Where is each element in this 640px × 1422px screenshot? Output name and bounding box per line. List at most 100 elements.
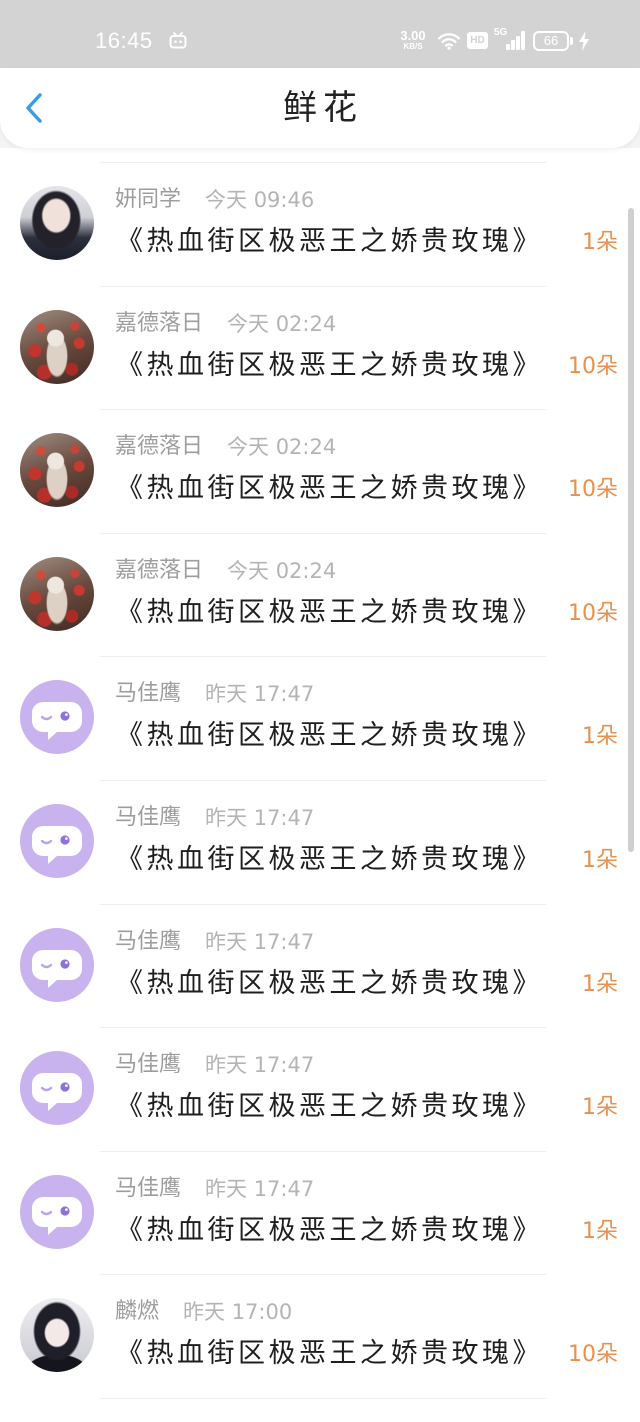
- row-divider: [100, 1027, 546, 1029]
- battery-level: 66: [543, 33, 559, 48]
- flower-count: 1朵: [582, 971, 618, 997]
- book-title: 《热血街区极恶王之娇贵玫瑰》: [116, 596, 543, 628]
- sender-meta: 麟燃 昨天 17:00: [115, 1298, 292, 1326]
- flower-record-list: 妍同学 今天 09:46 《热血街区极恶王之娇贵玫瑰》 1朵 嘉德落日 今天 02:24 《…: [0, 162, 640, 1398]
- signal-bar: [506, 44, 510, 50]
- flower-count: 10朵: [568, 353, 618, 379]
- sender-name: 马佳鹰: [115, 1052, 182, 1078]
- status-time: 16:45: [95, 28, 153, 53]
- row-divider: [100, 779, 546, 781]
- flower-record-row[interactable]: 马佳鹰 昨天 17:47 《热血街区极恶王之娇贵玫瑰》 1朵: [0, 1027, 640, 1151]
- user-avatar[interactable]: [20, 1174, 94, 1249]
- sender-name: 嘉德落日: [115, 557, 204, 583]
- page-header: 鲜花: [0, 68, 640, 148]
- sender-meta: 马佳鹰 昨天 17:47: [115, 1051, 314, 1079]
- send-time: 昨天 17:47: [205, 682, 315, 707]
- page-title: 鲜花: [283, 88, 363, 128]
- user-avatar[interactable]: [20, 1298, 94, 1373]
- book-title: 《热血街区极恶王之娇贵玫瑰》: [116, 843, 543, 875]
- send-time: 今天 02:24: [227, 558, 337, 583]
- row-divider: [100, 285, 546, 287]
- send-time: 昨天 17:47: [205, 1176, 315, 1201]
- user-avatar[interactable]: [20, 680, 94, 755]
- book-title: 《热血街区极恶王之娇贵玫瑰》: [116, 1091, 543, 1123]
- sender-name: 嘉德落日: [115, 434, 204, 460]
- book-title: 《热血街区极恶王之娇贵玫瑰》: [116, 720, 543, 752]
- battery-cap: [570, 37, 573, 45]
- send-time: 今天 09:46: [205, 188, 315, 212]
- network-speed-value: 3.00: [400, 28, 426, 43]
- flower-count: 1朵: [582, 1218, 618, 1244]
- book-title: 《热血街区极恶王之娇贵玫瑰》: [116, 967, 543, 999]
- flower-count: 1朵: [582, 724, 618, 750]
- flower-count: 1朵: [582, 847, 618, 873]
- user-avatar[interactable]: [20, 1051, 94, 1126]
- book-title: 《热血街区极恶王之娇贵玫瑰》: [116, 1338, 543, 1370]
- row-divider: [100, 532, 546, 534]
- sender-meta: 妍同学 今天 09:46: [115, 186, 314, 214]
- book-title: 《热血街区极恶王之娇贵玫瑰》: [116, 349, 543, 381]
- send-time: 昨天 17:47: [205, 929, 315, 954]
- network-type-label: 5G: [494, 27, 508, 38]
- signal-bar: [516, 36, 520, 50]
- send-time: 今天 02:24: [227, 311, 337, 336]
- user-avatar[interactable]: [20, 556, 94, 631]
- flower-count: 10朵: [568, 600, 618, 626]
- sender-name: 嘉德落日: [115, 310, 204, 336]
- sender-name: 马佳鹰: [115, 928, 182, 954]
- sender-name: 麟燃: [115, 1299, 160, 1325]
- sender-meta: 马佳鹰 昨天 17:47: [115, 804, 314, 832]
- chat-bubble-icon: [32, 702, 82, 741]
- charging-icon: [578, 31, 590, 51]
- flower-record-row[interactable]: 马佳鹰 昨天 17:47 《热血街区极恶王之娇贵玫瑰》 1朵: [0, 1150, 640, 1275]
- sender-meta: 嘉德落日 今天 02:24: [115, 557, 336, 585]
- user-avatar[interactable]: [20, 433, 94, 508]
- signal-bar: [521, 31, 525, 50]
- sender-name: 妍同学: [115, 187, 182, 212]
- flower-record-row[interactable]: 马佳鹰 昨天 17:47 《热血街区极恶王之娇贵玫瑰》 1朵: [0, 779, 640, 904]
- user-avatar[interactable]: [20, 803, 94, 878]
- row-divider: [100, 1398, 546, 1399]
- user-avatar[interactable]: [20, 309, 94, 384]
- sender-name: 马佳鹰: [115, 681, 182, 707]
- flower-count: 1朵: [582, 230, 618, 255]
- chat-bubble-icon: [32, 949, 82, 988]
- send-time: 昨天 17:47: [205, 805, 315, 830]
- status-bar: 16:45 3.00 KB/S HD 5G 66: [0, 0, 640, 68]
- sender-meta: 马佳鹰 昨天 17:47: [115, 928, 314, 956]
- book-title: 《热血街区极恶王之娇贵玫瑰》: [116, 1214, 543, 1246]
- flower-record-row[interactable]: 麟燃 昨天 17:00 《热血街区极恶王之娇贵玫瑰》 10朵: [0, 1274, 640, 1398]
- sender-meta: 马佳鹰 昨天 17:47: [115, 1175, 314, 1203]
- flower-record-row[interactable]: 嘉德落日 今天 02:24 《热血街区极恶王之娇贵玫瑰》 10朵: [0, 409, 640, 533]
- send-time: 今天 02:24: [227, 435, 337, 460]
- user-avatar[interactable]: [20, 927, 94, 1002]
- sender-meta: 嘉德落日 今天 02:24: [115, 310, 336, 338]
- chat-bubble-icon: [32, 1196, 82, 1235]
- book-title: 《热血街区极恶王之娇贵玫瑰》: [116, 226, 543, 257]
- sender-name: 马佳鹰: [115, 804, 182, 830]
- hd-icon: HD: [467, 32, 488, 49]
- row-divider: [100, 1150, 546, 1152]
- flower-record-row[interactable]: 嘉德落日 今天 02:24 《热血街区极恶王之娇贵玫瑰》 10朵: [0, 285, 640, 410]
- row-divider: [100, 903, 546, 905]
- signal-bar: [511, 40, 515, 50]
- chat-bubble-icon: [32, 1073, 82, 1112]
- row-divider: [100, 162, 546, 163]
- flower-record-row[interactable]: 妍同学 今天 09:46 《热血街区极恶王之娇贵玫瑰》 1朵: [0, 162, 640, 286]
- scrollbar[interactable]: [628, 208, 634, 852]
- flower-count: 1朵: [582, 1095, 618, 1121]
- sender-meta: 嘉德落日 今天 02:24: [115, 433, 336, 461]
- flower-record-row[interactable]: 嘉德落日 今天 02:24 《热血街区极恶王之娇贵玫瑰》 10朵: [0, 532, 640, 657]
- book-title: 《热血街区极恶王之娇贵玫瑰》: [116, 473, 543, 505]
- sender-meta: 马佳鹰 昨天 17:47: [115, 680, 314, 708]
- battery-icon: 66: [533, 31, 573, 51]
- send-time: 昨天 17:47: [205, 1053, 315, 1078]
- row-divider: [100, 409, 546, 411]
- flower-record-row[interactable]: 马佳鹰 昨天 17:47 《热血街区极恶王之娇贵玫瑰》 1朵: [0, 903, 640, 1028]
- flower-record-row[interactable]: 马佳鹰 昨天 17:47 《热血街区极恶王之娇贵玫瑰》 1朵: [0, 656, 640, 780]
- chat-bubble-icon: [32, 825, 82, 864]
- cellular-signal-icon: 5G: [494, 27, 526, 51]
- flower-count: 10朵: [568, 1342, 618, 1368]
- user-avatar[interactable]: [20, 186, 94, 260]
- tv-app-notification-icon: [169, 32, 187, 49]
